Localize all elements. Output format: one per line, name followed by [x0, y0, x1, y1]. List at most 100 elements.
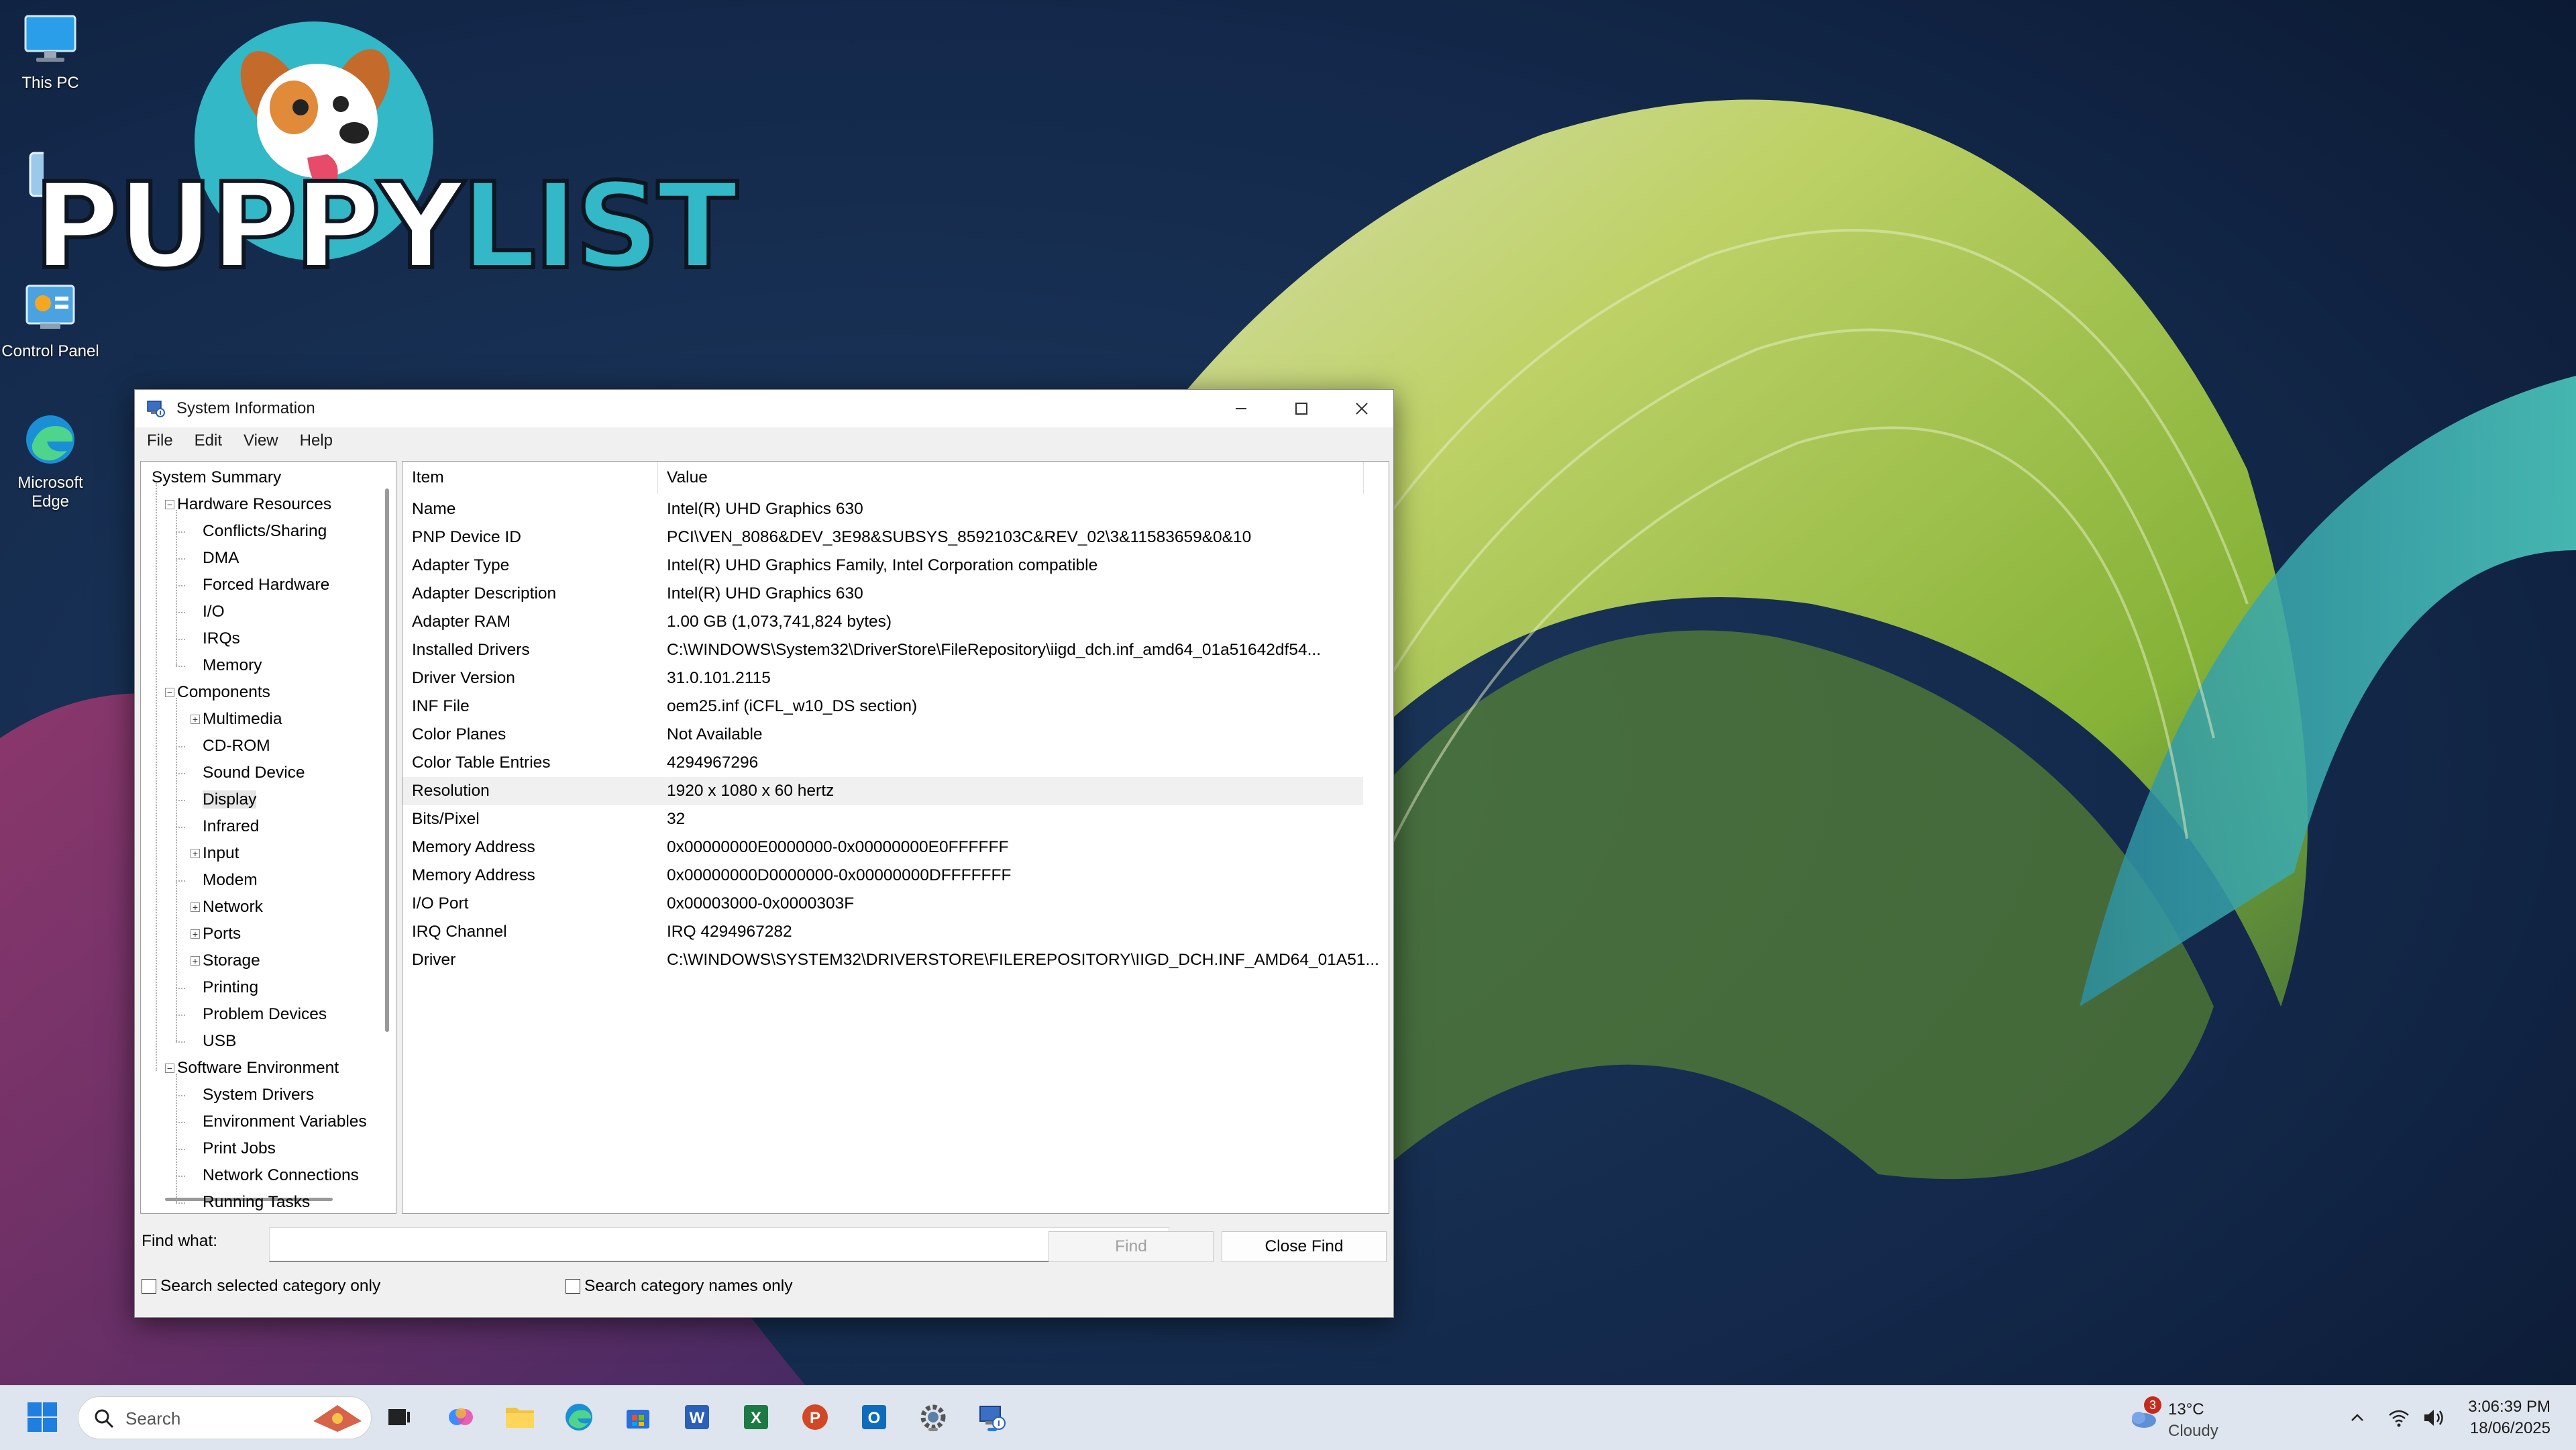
search-selected-category-checkbox[interactable]: Search selected category only — [142, 1277, 380, 1296]
tree-connector — [176, 639, 185, 640]
detail-row[interactable]: Memory Address 0x00000000E0000000-0x00000… — [402, 833, 1363, 862]
tree-item-network[interactable]: Network — [203, 894, 263, 921]
search-category-names-checkbox[interactable]: Search category names only — [566, 1277, 793, 1296]
detail-item: Name — [412, 500, 456, 518]
detail-row[interactable]: Name Intel(R) UHD Graphics 630 — [402, 495, 1363, 523]
detail-row[interactable]: I/O Port 0x00003000-0x0000303F — [402, 890, 1363, 918]
menu-edit[interactable]: Edit — [192, 430, 225, 452]
tree-vertical-scrollbar[interactable] — [385, 488, 389, 1032]
volume-button[interactable] — [2420, 1404, 2447, 1431]
tree-item-sound-device[interactable]: Sound Device — [203, 760, 305, 786]
tree-item-system-summary[interactable]: System Summary — [152, 464, 281, 491]
close-find-button[interactable]: Close Find — [1222, 1231, 1387, 1262]
detail-value: Not Available — [667, 725, 763, 743]
wifi-icon — [2389, 1410, 2409, 1427]
tree-item-network-connections[interactable]: Network Connections — [203, 1162, 359, 1189]
title-bar[interactable]: System Information — [135, 390, 1393, 427]
tree-item-conflicts-sharing[interactable]: Conflicts/Sharing — [203, 518, 327, 545]
detail-row[interactable]: Bits/Pixel 32 — [402, 805, 1363, 833]
expand-icon[interactable]: + — [191, 956, 200, 966]
detail-row[interactable]: Driver Version 31.0.101.2115 — [402, 664, 1363, 692]
detail-row[interactable]: Resolution 1920 x 1080 x 60 hertz — [402, 777, 1363, 805]
tree-item-display[interactable]: Display — [203, 786, 257, 813]
tree-item-i-o[interactable]: I/O — [203, 599, 225, 625]
tree-item-print-jobs[interactable]: Print Jobs — [203, 1135, 276, 1162]
detail-row[interactable]: IRQ Channel IRQ 4294967282 — [402, 918, 1363, 946]
find-what-input[interactable] — [269, 1227, 1169, 1262]
detail-value: 0x00000000E0000000-0x00000000E0FFFFFF — [667, 838, 1009, 856]
tree-item-hardware-resources[interactable]: Hardware Resources — [177, 491, 331, 518]
expand-icon[interactable]: + — [191, 849, 200, 858]
settings-button[interactable] — [915, 1399, 951, 1435]
file-explorer-button[interactable] — [502, 1399, 538, 1435]
network-button[interactable] — [2385, 1404, 2412, 1431]
system-information-taskbar-button[interactable] — [974, 1399, 1010, 1435]
start-button[interactable] — [24, 1399, 60, 1435]
menu-help[interactable]: Help — [297, 430, 335, 452]
minimize-button[interactable] — [1211, 390, 1271, 427]
tree-item-multimedia[interactable]: Multimedia — [203, 706, 282, 733]
find-button[interactable]: Find — [1049, 1231, 1214, 1262]
tree-item-dma[interactable]: DMA — [203, 545, 239, 572]
column-separator[interactable] — [657, 462, 658, 494]
tree-item-ports[interactable]: Ports — [203, 921, 241, 947]
menu-view[interactable]: View — [241, 430, 281, 452]
column-header-item[interactable]: Item — [412, 462, 444, 494]
tree-item-modem[interactable]: Modem — [203, 867, 258, 894]
detail-item: Resolution — [412, 782, 490, 800]
desktop-icon-edge[interactable]: Microsoft Edge — [0, 409, 104, 511]
category-tree[interactable]: System Summary Hardware Resources − Conflic… — [140, 461, 396, 1214]
tree-item-printing[interactable]: Printing — [203, 974, 258, 1001]
detail-row[interactable]: Color Planes Not Available — [402, 721, 1363, 749]
tree-item-storage[interactable]: Storage — [203, 947, 260, 974]
detail-row[interactable]: INF File oem25.inf (iCFL_w10_DS section) — [402, 692, 1363, 721]
tree-item-usb[interactable]: USB — [203, 1028, 236, 1055]
powerpoint-button[interactable]: P — [797, 1399, 833, 1435]
clock[interactable]: 3:06:39 PM 18/06/2025 — [2468, 1396, 2551, 1439]
tree-item-infrared[interactable]: Infrared — [203, 813, 259, 840]
tree-item-forced-hardware[interactable]: Forced Hardware — [203, 572, 329, 599]
details-list[interactable]: Item Value Name Intel(R) UHD Graphics 630… — [402, 461, 1389, 1214]
store-button[interactable] — [620, 1399, 656, 1435]
maximize-button[interactable] — [1271, 390, 1332, 427]
detail-row[interactable]: Memory Address 0x00000000D0000000-0x00000… — [402, 862, 1363, 890]
collapse-icon[interactable]: − — [165, 500, 174, 509]
tree-item-problem-devices[interactable]: Problem Devices — [203, 1001, 327, 1028]
outlook-button[interactable]: O — [856, 1399, 892, 1435]
detail-row[interactable]: Adapter RAM 1.00 GB (1,073,741,824 bytes) — [402, 608, 1363, 636]
detail-row[interactable]: Driver C:\WINDOWS\SYSTEM32\DRIVERSTORE\FI… — [402, 946, 1379, 974]
edge-taskbar-button[interactable] — [561, 1399, 597, 1435]
detail-row[interactable]: Adapter Type Intel(R) UHD Graphics Family… — [402, 552, 1363, 580]
tree-item-running-tasks[interactable]: Running Tasks — [203, 1189, 310, 1213]
task-view-icon — [388, 1409, 410, 1425]
tree-item-components[interactable]: Components — [177, 679, 270, 706]
tree-item-memory[interactable]: Memory — [203, 652, 262, 679]
tree-item-system-drivers[interactable]: System Drivers — [203, 1082, 314, 1108]
tree-item-environment-variables[interactable]: Environment Variables — [203, 1108, 367, 1135]
checkbox-box[interactable] — [566, 1279, 580, 1294]
task-view-button[interactable] — [381, 1399, 417, 1435]
detail-row[interactable]: Color Table Entries 4294967296 — [402, 749, 1363, 777]
tree-item-cd-rom[interactable]: CD-ROM — [203, 733, 270, 760]
copilot-button[interactable] — [443, 1399, 479, 1435]
tree-item-input[interactable]: Input — [203, 840, 239, 867]
expand-icon[interactable]: + — [191, 902, 200, 912]
tree-item-irqs[interactable]: IRQs — [203, 625, 240, 652]
detail-row[interactable]: Adapter Description Intel(R) UHD Graphics… — [402, 580, 1363, 608]
collapse-icon[interactable]: − — [165, 688, 174, 697]
expand-icon[interactable]: + — [191, 929, 200, 939]
menu-file[interactable]: File — [144, 430, 176, 452]
tree-item-software-environment[interactable]: Software Environment — [177, 1055, 339, 1082]
excel-button[interactable]: X — [738, 1399, 774, 1435]
column-header-value[interactable]: Value — [667, 462, 708, 494]
detail-row[interactable]: PNP Device ID PCI\VEN_8086&DEV_3E98&SUBSY… — [402, 523, 1363, 552]
close-button[interactable] — [1332, 390, 1392, 427]
expand-icon[interactable]: + — [191, 715, 200, 724]
detail-row[interactable]: Installed Drivers C:\WINDOWS\System32\Dri… — [402, 636, 1363, 664]
word-button[interactable]: W — [679, 1399, 715, 1435]
checkbox-box[interactable] — [142, 1279, 156, 1294]
taskbar-search-box[interactable]: Search — [78, 1396, 372, 1439]
collapse-icon[interactable]: − — [165, 1064, 174, 1073]
show-hidden-icons-button[interactable] — [2344, 1404, 2371, 1431]
column-separator[interactable] — [1363, 462, 1364, 494]
